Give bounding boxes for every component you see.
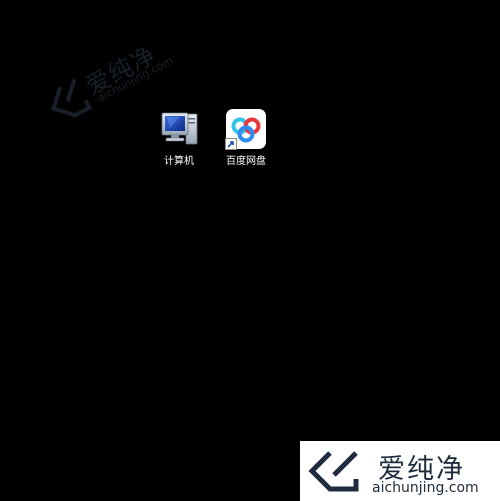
desktop-icon-baidu-netdisk[interactable]: 百度网盘 (214, 108, 278, 168)
desktop-icon-label: 百度网盘 (226, 156, 266, 167)
baidu-netdisk-icon (225, 108, 267, 150)
computer-icon (158, 108, 200, 150)
desktop-icon-computer[interactable]: 计算机 (147, 108, 211, 168)
watermark-box: 爱纯净 aichunjing.com (300, 441, 500, 501)
desktop-icon-label: 计算机 (164, 156, 194, 167)
watermark-en-text: aichunjing.com (372, 480, 479, 496)
shortcut-arrow-icon (225, 138, 237, 150)
watermark-logo-icon (308, 451, 359, 492)
